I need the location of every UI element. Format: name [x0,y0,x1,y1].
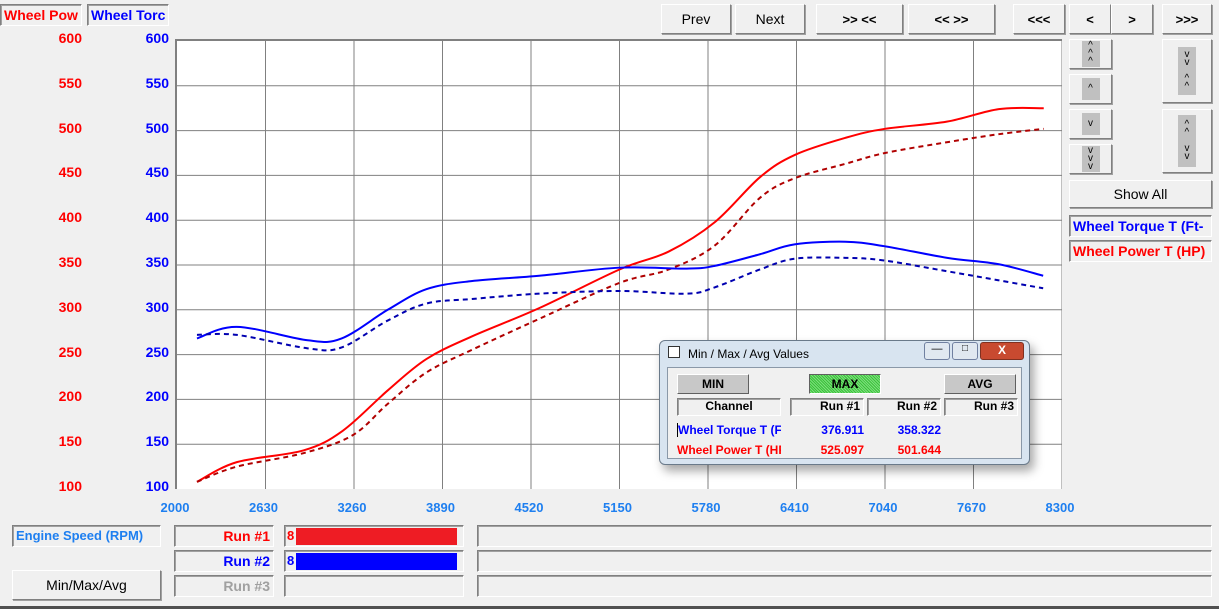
scroll-up-button[interactable]: ^ [1069,74,1112,104]
dialog-title: Min / Max / Avg Values [688,347,809,361]
run-info-field [477,525,1212,547]
torque-axis-tick: 400 [145,209,169,226]
maximize-button[interactable]: □ [952,342,978,360]
torque-axis-tick: 300 [145,298,169,315]
torque-axis-tick: 350 [145,254,169,270]
x-axis-tick: 2000 [160,500,190,515]
header-run3: Run #3 [944,398,1018,416]
min-max-avg-dialog: Min / Max / Avg Values — □ X MIN MAX AVG… [659,340,1030,465]
show-all-button[interactable]: Show All [1069,180,1212,208]
run-label[interactable]: Run #1 [174,525,274,547]
close-icon: X [997,343,1006,357]
torque-axis-chip[interactable]: Wheel Torc [87,4,169,26]
run-value: 8 [287,553,295,568]
torque-axis-tick: 100 [145,478,169,494]
scroll-right-button[interactable]: > [1111,4,1153,34]
triple-chevron-down-icon: vvv [1081,146,1100,172]
run-progress-fill [296,553,457,570]
avg-button[interactable]: AVG [944,374,1016,394]
torque-axis-tick: 500 [145,119,169,136]
x-axis-tick: 6410 [780,500,809,515]
torque-axis-tick: 150 [145,433,169,450]
power-axis-tick: 150 [58,433,82,450]
x-axis-tick: 7040 [868,500,898,515]
triple-chevron-up-icon: ^ ^ ^ [1081,41,1100,67]
row-torque-channel: Wheel Torque T (Ft- [677,423,781,437]
row-power-channel: Wheel Power T (HP [677,443,781,457]
x-axis-channel-chip[interactable]: Engine Speed (RPM) [12,525,161,547]
window-icon [668,346,680,358]
min-max-avg-button[interactable]: Min/Max/Avg [12,570,161,600]
power-axis-tick: 550 [58,74,82,91]
scroll-down-fast-button[interactable]: vvv [1069,144,1112,174]
x-axis-tick: 5780 [691,500,721,515]
row-power-run2: 501.644 [897,443,941,457]
chevrons-diverge-icon: ^ ^ v v [1178,115,1196,167]
power-axis-tick: 500 [58,119,82,136]
torque-axis-tick: 200 [145,388,169,405]
run-progress: 8 [284,525,464,547]
prev-button[interactable]: Prev [661,4,731,34]
max-button[interactable]: MAX [809,374,881,394]
series-line-3 [196,256,1044,352]
row-torque-run1: 376.911 [821,423,864,437]
chevrons-converge-icon: v v ^ ^ [1178,47,1196,95]
run-value: 8 [287,528,295,543]
x-axis-tick: 5150 [603,500,632,515]
power-legend-chip[interactable]: Wheel Power T (HP) [1069,240,1212,262]
scroll-up-fast-button[interactable]: ^ ^ ^ [1069,39,1112,69]
run-progress [284,575,464,597]
maximize-icon: □ [961,343,969,354]
scroll-down-button[interactable]: v [1069,109,1112,139]
run-label[interactable]: Run #3 [174,575,274,597]
run-progress: 8 [284,550,464,572]
torque-axis-tick: 250 [145,343,169,360]
x-axis-tick: 8300 [1045,500,1075,515]
x-axis-tick: 7670 [957,500,986,515]
x-axis-tick: 3890 [426,500,455,515]
power-axis-tick: 100 [58,478,82,494]
torque-axis-tick: 600 [145,30,169,46]
min-button[interactable]: MIN [677,374,749,394]
header-run1: Run #1 [790,398,864,416]
row-power-run1: 525.097 [820,443,864,457]
scroll-far-left-button[interactable]: <<< [1013,4,1065,34]
run-info-field [477,575,1212,597]
torque-axis-tick: 450 [145,164,169,181]
x-axis-tick: 2630 [249,500,278,515]
power-axis-tick: 450 [58,164,82,181]
power-axis-chip[interactable]: Wheel Pow [0,4,82,26]
scroll-left-button[interactable]: < [1069,4,1111,34]
power-axis-tick: 250 [58,343,82,360]
chevron-up-icon: ^ [1081,78,1100,100]
row-torque-run2: 358.322 [897,423,941,437]
close-button[interactable]: X [980,342,1024,360]
power-axis-tick: 300 [58,298,82,315]
power-axis-tick: 600 [58,30,82,46]
shrink-vertical-button[interactable]: v v ^ ^ [1162,39,1212,103]
torque-legend-chip[interactable]: Wheel Torque T (Ft- [1069,215,1212,237]
scroll-far-right-button[interactable]: >>> [1162,4,1212,34]
header-channel: Channel [677,398,781,416]
run-label[interactable]: Run #2 [174,550,274,572]
x-axis-tick: 3260 [337,500,367,515]
run-info-field [477,550,1212,572]
power-axis-tick: 350 [58,254,82,270]
x-axis-tick: 4520 [514,500,544,515]
minimize-icon: — [931,343,943,355]
power-axis-tick: 200 [58,388,82,405]
zoom-in-button[interactable]: >> << [816,4,903,34]
power-axis-tick: 400 [58,209,82,226]
zoom-out-button[interactable]: << >> [908,4,995,34]
torque-axis-tick: 550 [145,74,169,91]
next-button[interactable]: Next [735,4,805,34]
expand-vertical-button[interactable]: ^ ^ v v [1162,109,1212,173]
run-progress-fill [296,528,457,545]
chevron-down-icon: v [1081,113,1100,135]
header-run2: Run #2 [867,398,941,416]
minimize-button[interactable]: — [924,342,950,360]
